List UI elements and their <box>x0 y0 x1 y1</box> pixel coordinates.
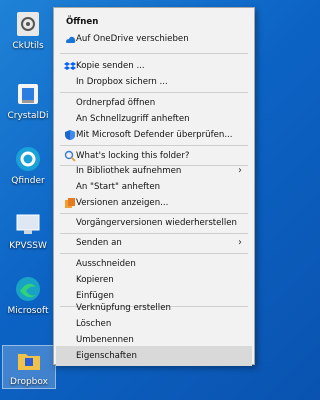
desktop-icon-crystaldisk[interactable]: CrystalDi <box>2 80 54 122</box>
edge-icon <box>14 275 42 303</box>
menu-item-label: Auf OneDrive verschieben <box>76 34 189 44</box>
crystaldisk-icon <box>14 80 42 108</box>
menu-item-label: Senden an <box>76 238 122 248</box>
desktop-icon-label: Dropbox <box>10 377 48 387</box>
qfinder-icon <box>14 145 42 173</box>
menu-item-label: Versionen anzeigen... <box>76 198 169 208</box>
menu-item-label: Eigenschaften <box>76 351 137 361</box>
desktop-icon-kpvssw[interactable]: KPVSSW <box>2 210 54 252</box>
desktop-icon-qfinder[interactable]: Qfinder <box>2 145 54 187</box>
menu-item-save-to-dropbox[interactable]: In Dropbox sichern ... <box>56 72 252 92</box>
menu-item-label: Mit Microsoft Defender überprüfen... <box>76 130 233 140</box>
dropbox-icon <box>64 60 76 72</box>
submenu-arrow-icon: › <box>238 237 242 248</box>
onedrive-icon <box>64 33 76 45</box>
remote-desktop-icon <box>14 210 42 238</box>
settings-app-icon <box>14 10 42 38</box>
menu-item-defender-scan[interactable]: Mit Microsoft Defender überprüfen... <box>56 125 252 145</box>
desktop-icon-dropbox[interactable]: Dropbox <box>2 345 56 389</box>
desktop-icon-label: Microsoft <box>7 306 49 316</box>
menu-item-properties[interactable]: Eigenschaften <box>56 346 252 366</box>
menu-item-send-to[interactable]: Senden an › <box>56 233 252 253</box>
menu-item-restore-previous-versions[interactable]: Vorgängerversionen wiederherstellen <box>56 213 252 233</box>
menu-item-move-to-onedrive[interactable]: Auf OneDrive verschieben <box>56 29 252 49</box>
menu-item-label: In Dropbox sichern ... <box>76 77 168 87</box>
menu-separator <box>60 53 248 54</box>
versions-icon <box>64 197 76 209</box>
menu-item-show-versions[interactable]: Versionen anzeigen... <box>56 193 252 213</box>
desktop-icon-ckutils[interactable]: CkUtils <box>2 10 54 52</box>
context-menu: Öffnen Auf OneDrive verschieben Kopie se… <box>53 7 255 366</box>
desktop-icon-label: Qfinder <box>11 176 45 186</box>
defender-icon <box>64 129 76 141</box>
desktop-icon-label: CkUtils <box>12 41 44 51</box>
desktop-icon-label: KPVSSW <box>9 241 47 251</box>
desktop-icon-label: CrystalDi <box>7 111 49 121</box>
menu-item-label: Vorgängerversionen wiederherstellen <box>76 218 237 228</box>
desktop-icon-microsoft-edge[interactable]: Microsoft <box>2 275 54 317</box>
folder-icon <box>15 346 43 374</box>
